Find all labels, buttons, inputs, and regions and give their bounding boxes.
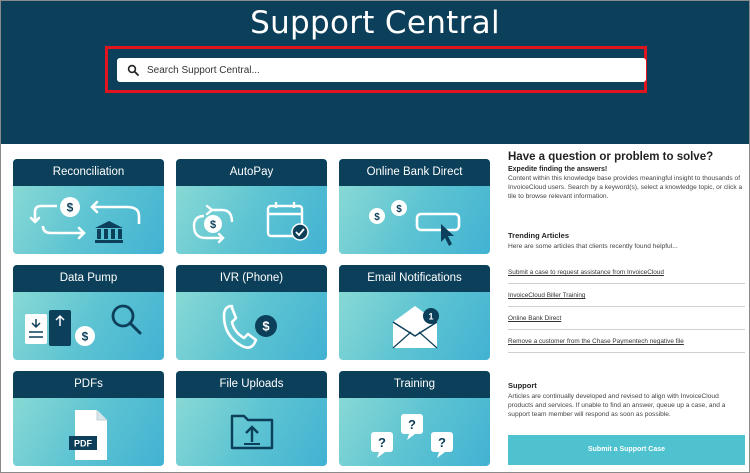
svg-text:PDF: PDF [74,439,93,449]
tile-label: IVR (Phone) [176,265,327,292]
tile-label: PDFs [13,371,164,398]
tile-label: Reconciliation [13,159,164,186]
search-icon [127,64,139,76]
svg-text:$: $ [82,330,89,344]
article-link[interactable]: Online Bank Direct [508,315,745,330]
tile-reconciliation[interactable]: Reconciliation $ [13,159,164,254]
tile-training[interactable]: Training ? ? ? [339,371,490,466]
tile-label: Online Bank Direct [339,159,490,186]
submit-support-case-button[interactable]: Submit a Support Case [508,435,745,465]
svg-text:$: $ [67,201,74,215]
hero-banner: Support Central Search Support Central..… [1,1,749,144]
svg-text:?: ? [408,417,416,432]
svg-text:$: $ [396,204,402,215]
tile-ivr-phone[interactable]: IVR (Phone) $ [176,265,327,360]
tile-email-notifications[interactable]: Email Notifications 1 [339,265,490,360]
tile-autopay[interactable]: AutoPay $ [176,159,327,254]
reconciliation-icon: $ [29,197,141,243]
tile-label: AutoPay [176,159,327,186]
trending-heading: Trending Articles [508,231,569,240]
svg-text:$: $ [262,319,270,334]
svg-text:1: 1 [428,312,433,322]
pdf-file-icon: PDF [69,410,107,460]
tile-label: Email Notifications [339,265,490,292]
support-heading: Support [508,381,537,390]
search-input[interactable]: Search Support Central... [117,58,646,82]
page-title: Support Central [250,5,500,41]
question-subheading: Expedite finding the answers! [508,166,608,173]
tile-file-uploads[interactable]: File Uploads [176,371,327,466]
article-link[interactable]: Remove a customer from the Chase Payment… [508,338,745,353]
info-panel: Have a question or problem to solve? Exp… [508,151,745,465]
tile-label: Training [339,371,490,398]
data-pump-icon: $ [25,304,142,346]
article-link[interactable]: Submit a case to request assistance from… [508,269,745,284]
email-envelope-icon: 1 [392,306,439,349]
tile-label: File Uploads [176,371,327,398]
tile-data-pump[interactable]: Data Pump $ [13,265,164,360]
search-placeholder: Search Support Central... [147,64,260,76]
page-frame: Support Central Search Support Central..… [0,0,750,473]
svg-text:$: $ [210,219,216,231]
phone-icon: $ [222,304,277,349]
folder-upload-icon [230,414,274,450]
svg-text:?: ? [378,435,386,450]
tile-pdfs[interactable]: PDFs PDF [13,371,164,466]
question-bubbles-icon: ? ? ? [371,414,453,458]
search-highlight-box: Search Support Central... [105,46,647,93]
article-link[interactable]: InvoiceCloud Biller Training [508,292,745,307]
svg-text:$: $ [374,212,380,223]
support-body: Articles are continually developed and r… [508,393,726,418]
trending-body: Here are some articles that clients rece… [508,243,678,250]
question-body: Content within this knowledge base provi… [508,175,743,200]
tile-online-bank-direct[interactable]: Online Bank Direct $ $ [339,159,490,254]
autopay-calendar-icon: $ [192,202,309,244]
tile-label: Data Pump [13,265,164,292]
online-bank-icon: $ $ [369,200,461,246]
question-heading: Have a question or problem to solve? [508,151,714,163]
svg-text:?: ? [438,435,446,450]
